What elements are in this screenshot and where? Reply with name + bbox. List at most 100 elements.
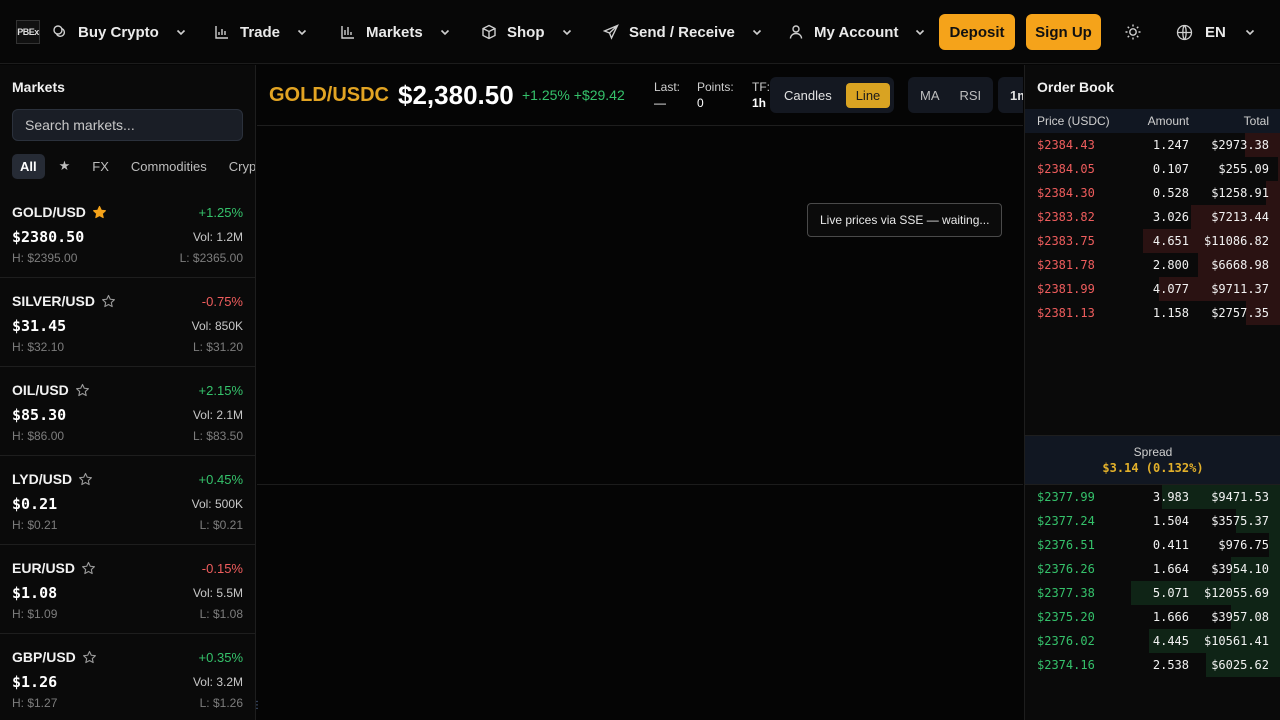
market-price: $1.08 <box>12 584 58 602</box>
tf-value: 1h <box>752 96 767 110</box>
market-row[interactable]: SILVER/USD -0.75% $31.45 Vol: 850K H: $32.10… <box>0 278 255 367</box>
ask-row[interactable]: $2384.30 0.528 $1258.91 <box>1025 181 1280 205</box>
nav-my-account[interactable]: My Account <box>788 0 926 64</box>
order-amount: 1.158 <box>1152 306 1189 320</box>
market-symbol-text: SILVER/USD <box>12 293 95 309</box>
order-amount: 2.800 <box>1152 258 1189 272</box>
order-total: $10561.41 <box>1203 634 1269 648</box>
order-price: $2374.16 <box>1037 658 1095 672</box>
price-chart-canvas[interactable]: Live prices via SSE — waiting... <box>257 127 1023 720</box>
order-amount: 1.666 <box>1152 610 1189 624</box>
line-option[interactable]: Line <box>845 82 891 108</box>
star-outline-icon[interactable] <box>81 561 96 576</box>
nav-buy-crypto[interactable]: Buy Crypto <box>52 0 187 64</box>
deposit-button[interactable]: Deposit <box>939 14 1015 50</box>
bid-row[interactable]: $2377.99 3.983 $9471.53 <box>1025 485 1280 509</box>
order-amount: 4.445 <box>1152 634 1189 648</box>
ask-row[interactable]: $2381.78 2.800 $6668.98 <box>1025 253 1280 277</box>
market-high: H: $86.00 <box>12 429 65 443</box>
nav-trade[interactable]: Trade <box>214 0 308 64</box>
left-resize-handle[interactable]: ⋮ <box>252 699 262 713</box>
spread-value: $3.14 (0.132%) <box>1102 461 1204 475</box>
star-filled-icon[interactable] <box>92 205 107 220</box>
order-amount: 0.528 <box>1152 186 1189 200</box>
ma-option[interactable]: MA <box>912 83 948 108</box>
market-row[interactable]: EUR/USD -0.15% $1.08 Vol: 5.5M H: $1.09 L: $1… <box>0 545 255 634</box>
ask-row[interactable]: $2383.82 3.026 $7213.44 <box>1025 205 1280 229</box>
star-outline-icon[interactable] <box>82 650 97 665</box>
order-total: $2757.35 <box>1211 306 1269 320</box>
order-amount: 3.026 <box>1152 210 1189 224</box>
market-low: L: $83.50 <box>192 429 243 443</box>
market-symbol: OIL/USD <box>12 382 90 398</box>
market-low: L: $1.26 <box>199 696 243 710</box>
candles-option[interactable]: Candles <box>774 83 842 108</box>
market-high: H: $32.10 <box>12 340 65 354</box>
filter-commodities[interactable]: Commodities <box>123 154 215 179</box>
bid-row[interactable]: $2374.16 2.538 $6025.62 <box>1025 653 1280 677</box>
market-change: +0.45% <box>198 472 243 487</box>
order-amount: 1.504 <box>1152 514 1189 528</box>
market-low: L: $2365.00 <box>179 251 243 265</box>
order-book-panel: Order Book Price (USDC) Amount Total $23… <box>1024 65 1280 720</box>
ask-row[interactable]: $2381.13 1.158 $2757.35 <box>1025 301 1280 325</box>
chart-header: GOLD/USDC $2,380.50 +1.25% +$29.42 Last:… <box>257 65 1023 126</box>
star-outline-icon[interactable] <box>78 472 93 487</box>
filter-fx[interactable]: FX <box>84 154 117 179</box>
bid-row[interactable]: $2376.02 4.445 $10561.41 <box>1025 629 1280 653</box>
market-symbol-text: GOLD/USD <box>12 204 86 220</box>
sun-icon[interactable] <box>1124 23 1142 41</box>
market-price: $85.30 <box>12 406 67 424</box>
market-volume: Vol: 3.2M <box>192 675 243 689</box>
order-total: $976.75 <box>1218 538 1269 552</box>
market-row[interactable]: GOLD/USD +1.25% $2380.50 Vol: 1.2M H: $2395.… <box>0 189 255 278</box>
chart-type-toggle: Candles Line <box>770 77 895 113</box>
nav-shop[interactable]: Shop <box>481 0 573 64</box>
ask-row[interactable]: $2381.99 4.077 $9711.37 <box>1025 277 1280 301</box>
ask-row[interactable]: $2383.75 4.651 $11086.82 <box>1025 229 1280 253</box>
search-markets-input[interactable] <box>12 109 243 141</box>
bid-row[interactable]: $2377.24 1.504 $3575.37 <box>1025 509 1280 533</box>
interval-option[interactable]: 1m <box>1002 83 1023 108</box>
column-total: Total <box>1243 114 1269 128</box>
bar-chart-icon <box>340 24 356 40</box>
order-amount: 1.664 <box>1152 562 1189 576</box>
star-outline-icon[interactable] <box>101 294 116 309</box>
bid-row[interactable]: $2376.51 0.411 $976.75 <box>1025 533 1280 557</box>
order-price: $2383.82 <box>1037 210 1095 224</box>
market-volume: Vol: 1.2M <box>192 230 243 244</box>
nav-send-receive[interactable]: Send / Receive <box>603 0 763 64</box>
market-change: +0.35% <box>198 650 243 665</box>
chevron-down-icon <box>752 29 761 36</box>
market-low: L: $1.08 <box>199 607 243 621</box>
ask-row[interactable]: $2384.43 1.247 $2973.38 <box>1025 133 1280 157</box>
market-high: H: $0.21 <box>12 518 58 532</box>
indicator-toggle: MA RSI <box>908 77 994 113</box>
market-price: $1.26 <box>12 673 58 691</box>
order-total: $255.09 <box>1218 162 1269 176</box>
market-high: H: $1.09 <box>12 607 58 621</box>
bid-row[interactable]: $2377.38 5.071 $12055.69 <box>1025 581 1280 605</box>
points-value: 0 <box>697 96 704 110</box>
order-book-header: Price (USDC) Amount Total <box>1025 109 1280 133</box>
market-row[interactable]: LYD/USD +0.45% $0.21 Vol: 500K H: $0.21 L: $0… <box>0 456 255 545</box>
star-outline-icon[interactable] <box>75 383 90 398</box>
market-row[interactable]: GBP/USD +0.35% $1.26 Vol: 3.2M H: $1.27 L: $1… <box>0 634 255 720</box>
ask-row[interactable]: $2384.05 0.107 $255.09 <box>1025 157 1280 181</box>
bid-row[interactable]: $2375.20 1.666 $3957.08 <box>1025 605 1280 629</box>
filter-favorites[interactable]: ★ <box>51 153 79 179</box>
rsi-option[interactable]: RSI <box>952 83 990 108</box>
bid-row[interactable]: $2376.26 1.664 $3954.10 <box>1025 557 1280 581</box>
signup-button[interactable]: Sign Up <box>1026 14 1101 50</box>
nav-markets[interactable]: Markets <box>340 0 451 64</box>
pair-symbol: GOLD/USDC <box>269 84 389 106</box>
chart-pane-divider[interactable] <box>257 484 1023 485</box>
filter-all[interactable]: All <box>12 153 45 179</box>
brand-logo[interactable]: PBEx <box>16 20 40 44</box>
language-selector[interactable]: EN <box>1176 0 1256 64</box>
market-filter-tabs: All ★ FX Commodities Crypto <box>12 153 255 179</box>
order-price: $2375.20 <box>1037 610 1095 624</box>
filter-crypto[interactable]: Crypto <box>221 154 255 179</box>
nav-label: Markets <box>366 23 423 41</box>
market-row[interactable]: OIL/USD +2.15% $85.30 Vol: 2.1M H: $86.00 L: … <box>0 367 255 456</box>
